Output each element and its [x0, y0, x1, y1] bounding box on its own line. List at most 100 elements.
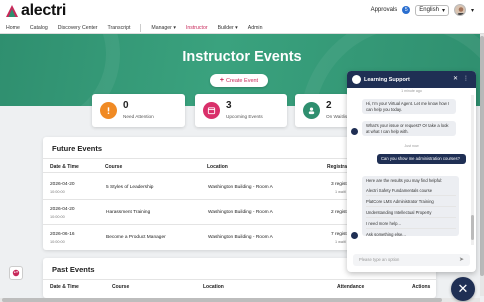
divider: [43, 279, 436, 280]
chat-option[interactable]: Understanding Intellectual Property: [366, 208, 456, 218]
event-course[interactable]: Harassment Training: [106, 210, 150, 215]
stat-card-upcoming-events[interactable]: 3 Upcoming Events: [195, 94, 287, 127]
chat-option[interactable]: PlatCore LMS Administrator Training: [366, 197, 456, 207]
alectri-logo-icon: [6, 5, 18, 17]
event-location: Washington Building - Room A: [208, 185, 273, 190]
stat-card-waitlist[interactable]: 2 On Waitlist: [295, 94, 349, 127]
nav-discovery-center[interactable]: Discovery Center: [58, 25, 98, 31]
scrollbar-thumb[interactable]: [2, 298, 442, 302]
future-events-title: Future Events: [52, 144, 103, 153]
event-location: Washington Building - Room A: [208, 235, 273, 240]
stat-value: 3: [226, 100, 232, 111]
event-time: 10:00:00: [50, 215, 65, 219]
nav-catalog[interactable]: Catalog: [30, 25, 48, 31]
column-header-location[interactable]: Location: [207, 164, 228, 170]
nav-divider: [140, 23, 142, 32]
bot-avatar-icon: [351, 128, 358, 135]
horizontal-scrollbar[interactable]: [0, 298, 480, 302]
user-menu-chevron-icon[interactable]: ▾: [471, 7, 474, 14]
divider: [43, 172, 363, 173]
event-location: Washington Building - Room A: [208, 210, 273, 215]
column-header-date[interactable]: Date & Time: [50, 164, 79, 170]
chevron-down-icon: ▾: [441, 7, 445, 14]
chat-option[interactable]: I need more help...: [366, 219, 456, 229]
nav-transcript[interactable]: Transcript: [108, 25, 131, 31]
scrollbar-thumb[interactable]: [471, 215, 474, 240]
chat-input-placeholder: Please type an option: [359, 257, 400, 262]
brand-name: alectri: [21, 2, 67, 19]
chat-scrollbar[interactable]: [471, 95, 474, 245]
close-chat-button[interactable]: ✕: [451, 277, 475, 301]
event-time: 10:00:00: [50, 240, 65, 244]
bot-message: Hi, I'm your Virtual Agent. Let me know …: [362, 99, 456, 115]
page-scrollbar[interactable]: [480, 34, 484, 296]
stat-label: Upcoming Events: [226, 114, 263, 119]
nav-admin[interactable]: Admin: [248, 25, 263, 31]
stat-value: 2: [326, 100, 332, 111]
divider: [43, 158, 363, 159]
bot-avatar-icon: [352, 75, 361, 84]
nav-builder[interactable]: Builder ▾: [218, 25, 238, 31]
stat-card-need-attention[interactable]: 0 Need Attention: [92, 94, 185, 127]
message-timestamp: Just now: [404, 144, 419, 148]
scrollbar-thumb[interactable]: [480, 36, 484, 276]
chat-title: Learning Support: [364, 77, 410, 83]
table-row-divider: [43, 199, 363, 200]
column-header-date[interactable]: Date & Time: [50, 284, 79, 290]
stat-label: On Waitlist: [326, 114, 349, 119]
chat-option[interactable]: Alectri Safety Fundamentals course: [366, 186, 456, 196]
close-icon[interactable]: ✕: [453, 75, 458, 82]
language-select[interactable]: English ▾: [415, 4, 449, 16]
approvals-count-badge: 5: [402, 6, 411, 14]
nav-home[interactable]: Home: [6, 25, 20, 31]
future-events-panel: Future Events Date & Time Course Locatio…: [43, 137, 363, 250]
create-event-button[interactable]: + Create Event: [210, 74, 268, 87]
bot-message: What's your issue or request? Or take a …: [362, 121, 456, 137]
main-nav: Home Catalog Discovery Center Transcript…: [0, 22, 484, 34]
brand-logo[interactable]: alectri: [5, 2, 66, 20]
nav-manager[interactable]: Manager ▾: [151, 25, 176, 31]
create-event-label: Create Event: [225, 77, 259, 84]
stat-label: Need Attention: [123, 114, 154, 119]
close-icon: ✕: [457, 281, 469, 296]
alert-icon: [100, 102, 117, 119]
column-header-attendance[interactable]: Attendance: [337, 284, 364, 290]
top-bar: alectri Approvals 5 English ▾ ▾: [0, 0, 484, 22]
bot-avatar-icon: [351, 232, 358, 239]
user-avatar[interactable]: [453, 4, 466, 16]
chat-input[interactable]: Please type an option ➤: [353, 254, 470, 266]
table-row-divider: [43, 224, 363, 225]
chat-header: Learning Support ✕ ⋮: [347, 71, 476, 88]
more-options-icon[interactable]: ⋮: [463, 75, 469, 82]
column-header-course[interactable]: Course: [105, 164, 122, 170]
send-icon[interactable]: ➤: [459, 256, 464, 263]
page-title: Instructor Events: [182, 49, 302, 65]
event-date: 2026-06-16: [50, 232, 75, 237]
calendar-icon: [203, 102, 220, 119]
chat-option[interactable]: Ask something else...: [366, 230, 456, 239]
event-course[interactable]: Become a Product Manager: [106, 235, 166, 240]
palette-icon: [12, 269, 20, 277]
plus-icon: +: [219, 77, 224, 84]
users-icon: [303, 102, 320, 119]
event-waitlist: 1 waitl: [335, 240, 346, 244]
nav-instructor[interactable]: Instructor: [186, 25, 208, 31]
accessibility-widget-button[interactable]: [9, 266, 23, 280]
language-value: English: [419, 7, 439, 13]
results-intro: Here are the results you may find helpfu…: [366, 178, 443, 183]
past-events-title: Past Events: [52, 265, 95, 274]
learning-support-chat: Learning Support ✕ ⋮ 1 minute ago Hi, I'…: [347, 71, 476, 272]
column-header-actions: Actions: [412, 284, 431, 290]
user-message: Can you show me administration courses?: [377, 154, 466, 164]
stat-value: 0: [123, 100, 129, 111]
column-header-registrations[interactable]: Registrat: [327, 164, 349, 170]
event-time: 10:00:00: [50, 190, 65, 194]
approvals-link[interactable]: Approvals: [371, 7, 398, 13]
event-date: 2026-04-20: [50, 182, 75, 187]
message-timestamp: 1 minute ago: [401, 89, 422, 93]
column-header-location[interactable]: Location: [203, 284, 224, 290]
event-course[interactable]: 5 Styles of Leadership: [106, 185, 153, 190]
event-waitlist: 1 waitl: [335, 190, 346, 194]
column-header-course[interactable]: Course: [112, 284, 129, 290]
event-date: 2026-04-20: [50, 207, 75, 212]
